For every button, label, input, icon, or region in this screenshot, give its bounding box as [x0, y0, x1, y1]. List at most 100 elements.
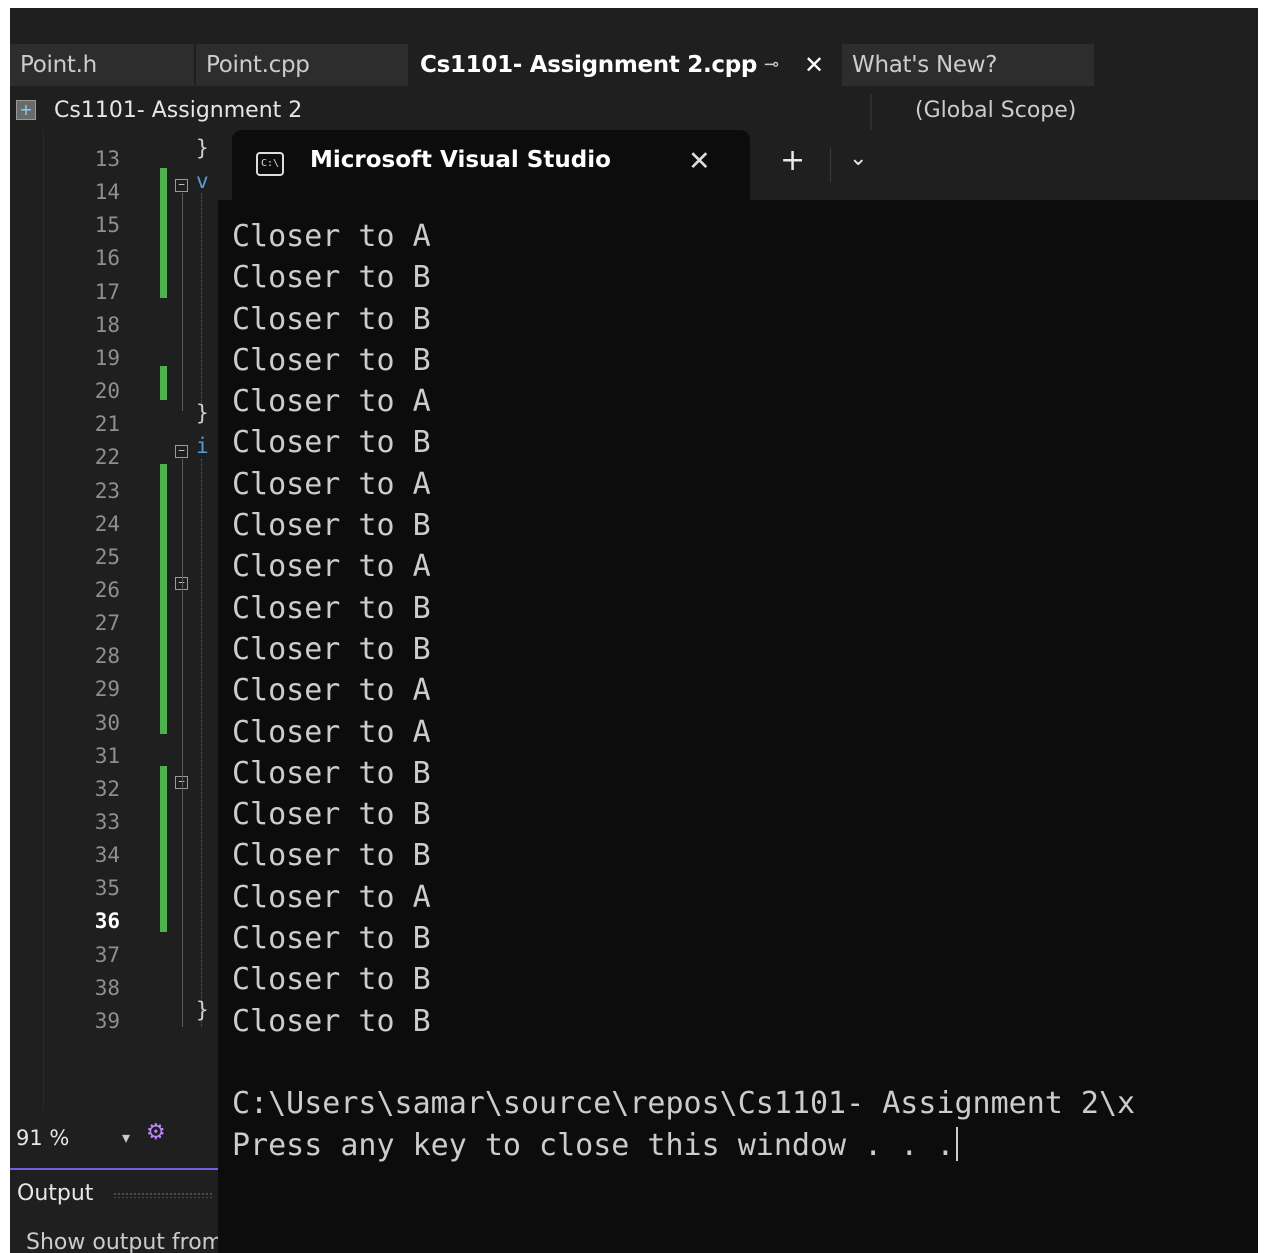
tab-whats-new[interactable]: What's New? [842, 44, 1094, 86]
code-keyword: i [196, 434, 209, 458]
code-brace: } [196, 136, 209, 160]
output-source-label: Show output from [26, 1230, 224, 1253]
change-bar [160, 766, 167, 932]
text-cursor [956, 1126, 959, 1161]
indent-guide [201, 459, 202, 1027]
console-output-line: Closer to B [232, 260, 431, 296]
console-output-line: Closer to B [232, 425, 431, 461]
line-number: 34 [94, 843, 120, 868]
visual-studio-window: Point.h Point.cpp Cs1101- Assignment 2.c… [10, 8, 1258, 1253]
tab-label: Point.h [20, 52, 97, 78]
line-number: 37 [94, 942, 120, 967]
tab-point-cpp[interactable]: Point.cpp [196, 44, 408, 86]
nav-separator [870, 94, 872, 130]
terminal-tab-strip: C:\ Microsoft Visual Studio Debug Consol… [218, 130, 1258, 200]
line-number: 36 [94, 909, 120, 934]
accent-divider [10, 1168, 220, 1170]
tab-label: Cs1101- Assignment 2.cpp [420, 52, 758, 78]
console-output-line: Closer to B [232, 508, 431, 544]
fold-toggle[interactable]: − [175, 179, 188, 192]
line-number: 14 [94, 180, 120, 205]
line-number: 38 [94, 975, 120, 1000]
line-number: 31 [94, 743, 120, 768]
change-bar [160, 366, 167, 400]
console-output-line: Closer to A [232, 219, 431, 254]
line-number: 21 [94, 412, 120, 437]
console-output-line: Closer to A [232, 714, 431, 750]
debug-console-window: C:\ Microsoft Visual Studio Debug Consol… [218, 130, 1258, 1253]
code-keyword: v [196, 169, 209, 193]
tab-label: What's New? [852, 52, 998, 78]
line-number: 32 [94, 776, 120, 801]
chevron-down-icon[interactable]: ⌄ [849, 146, 867, 171]
navigation-bar: + Cs1101- Assignment 2 (Global Scope) [10, 94, 1258, 130]
console-output-line: Closer to A [232, 466, 431, 502]
output-panel-title: Output [17, 1181, 94, 1206]
terminal-tab[interactable]: C:\ Microsoft Visual Studio Debug Consol… [232, 130, 750, 200]
line-number: 22 [94, 445, 120, 470]
tab-label: Point.cpp [206, 52, 310, 78]
code-brace: } [196, 401, 209, 425]
pin-icon[interactable]: ⊸ [764, 44, 779, 86]
console-prompt-line: Press any key to close this window . . . [232, 1125, 1258, 1166]
console-output-line: Closer to A [232, 549, 431, 585]
console-output-line: Closer to B [232, 838, 431, 874]
project-dropdown[interactable]: Cs1101- Assignment 2 [54, 98, 302, 123]
console-output-line: Closer to B [232, 631, 431, 667]
zoom-level[interactable]: 91 % [16, 1126, 69, 1150]
tab-assignment-cpp[interactable]: Cs1101- Assignment 2.cpp ⊸ ✕ [410, 44, 840, 86]
change-bar [160, 464, 167, 734]
line-number: 39 [94, 1008, 120, 1033]
close-icon[interactable]: ✕ [688, 146, 711, 177]
line-number: 19 [94, 345, 120, 370]
console-output-line: Closer to B [232, 1003, 431, 1039]
chevron-down-icon[interactable]: ▾ [122, 1128, 130, 1147]
line-number: 29 [94, 677, 120, 702]
line-number: 27 [94, 611, 120, 636]
line-number: 28 [94, 644, 120, 669]
console-icon: C:\ [256, 152, 284, 176]
line-number: 20 [94, 379, 120, 404]
fold-toggle[interactable]: − [175, 445, 188, 458]
tab-point-h[interactable]: Point.h [10, 44, 194, 86]
console-output-line: Closer to B [232, 797, 431, 833]
line-number: 26 [94, 577, 120, 602]
console-output-line: Closer to B [232, 301, 431, 337]
line-number: 35 [94, 876, 120, 901]
scope-dropdown[interactable]: (Global Scope) [915, 98, 1076, 123]
close-icon[interactable]: ✕ [804, 44, 824, 86]
console-output-line: Closer to A [232, 673, 431, 709]
line-number: 18 [94, 312, 120, 337]
console-output[interactable]: Closer to A Closer to B Closer to B Closer … [232, 216, 1258, 1166]
cpp-project-icon: + [16, 100, 36, 120]
change-bar [160, 168, 167, 298]
code-health-icon[interactable]: ⚙ [146, 1120, 166, 1145]
line-number: 16 [94, 246, 120, 271]
line-number: 30 [94, 710, 120, 735]
line-number: 17 [94, 279, 120, 304]
code-brace: } [196, 998, 209, 1022]
console-output-line: Closer to A [232, 879, 431, 915]
console-output-line: Closer to B [232, 755, 431, 791]
line-number: 13 [94, 147, 120, 171]
console-output-line: Closer to B [232, 962, 431, 998]
console-output-line: Closer to B [232, 590, 431, 626]
terminal-tab-title: Microsoft Visual Studio Debug Console [310, 147, 610, 173]
line-number: 33 [94, 810, 120, 834]
console-output-line: Closer to A [232, 384, 431, 420]
tab-divider [830, 148, 831, 182]
line-number: 24 [94, 511, 120, 536]
scope-guide [182, 459, 183, 1027]
line-number: 23 [94, 478, 120, 503]
editor-tab-bar: Point.h Point.cpp Cs1101- Assignment 2.c… [10, 44, 1258, 86]
console-exit-line: C:\Users\samar\source\repos\Cs1101- Assi… [232, 1086, 1136, 1122]
line-number: 25 [94, 544, 120, 569]
panel-drag-handle[interactable] [113, 1192, 213, 1198]
console-prompt-text: Press any key to close this window . . . [232, 1127, 955, 1163]
plus-icon[interactable]: + [780, 143, 805, 178]
line-number: 15 [94, 213, 120, 238]
indent-guide [201, 193, 202, 411]
scope-guide [182, 193, 183, 411]
console-output-line: Closer to B [232, 921, 431, 957]
